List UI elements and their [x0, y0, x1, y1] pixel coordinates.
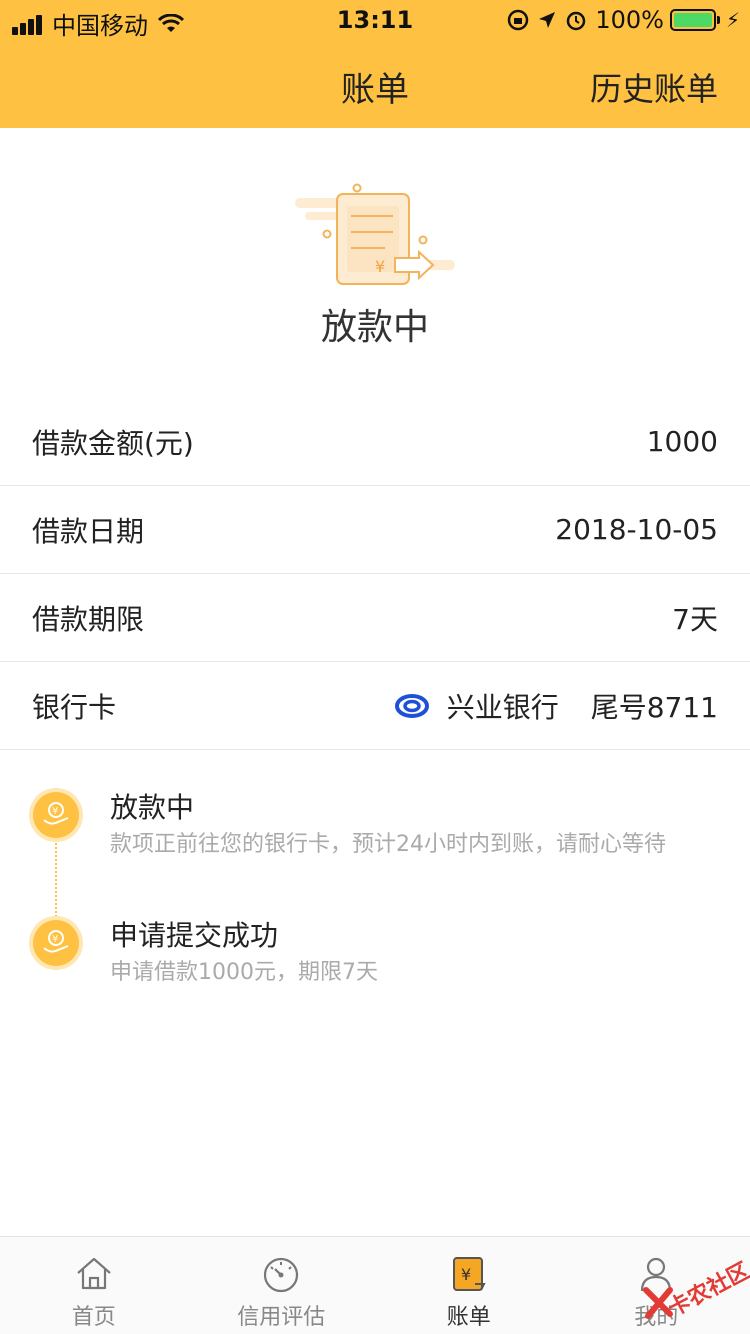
timeline-desc: 申请借款1000元，期限7天 — [110, 960, 378, 985]
detail-value: 1000 — [646, 425, 718, 458]
battery-icon — [669, 9, 720, 31]
watermark-text: 卡农社区 — [664, 1258, 750, 1322]
timeline-title: 放款中 — [110, 791, 195, 824]
timeline-title: 申请提交成功 — [110, 919, 279, 952]
charging-icon: ⚡ — [725, 8, 740, 32]
tab-label: 首页 — [71, 1305, 116, 1330]
gauge-icon — [264, 1257, 299, 1293]
bank-logo-icon — [394, 693, 429, 718]
battery-percent: 100% — [595, 6, 664, 34]
alarm-icon — [567, 11, 586, 31]
coin-hand-icon: ¥ — [33, 792, 79, 838]
tab-credit-evaluation[interactable]: 信用评估 — [188, 1237, 376, 1334]
tab-label: 信用评估 — [237, 1305, 326, 1330]
svg-text:¥: ¥ — [52, 934, 58, 945]
bank-name: 兴业银行 — [446, 690, 559, 724]
tab-home[interactable]: 首页 — [0, 1237, 188, 1334]
detail-row-bank-card: 银行卡 兴业银行 尾号8711 — [0, 662, 750, 750]
tab-bill[interactable]: ¥ 账单 — [375, 1237, 563, 1334]
home-icon — [77, 1257, 111, 1290]
detail-label: 借款金额(元) — [32, 426, 194, 460]
bill-icon: ¥ — [452, 1257, 486, 1291]
loan-status-title: 放款中 — [320, 307, 429, 348]
status-bar: 中国移动 13:11 100% ⚡ — [0, 0, 750, 40]
location-icon — [539, 12, 556, 28]
detail-row-amount: 借款金额(元) 1000 — [0, 398, 750, 486]
loan-details: 借款金额(元) 1000 借款日期 2018-10-05 借款期限 7天 银行卡… — [0, 398, 750, 750]
detail-row-date: 借款日期 2018-10-05 — [0, 486, 750, 574]
detail-row-term: 借款期限 7天 — [0, 574, 750, 662]
history-bill-button[interactable]: 历史账单 — [590, 64, 718, 110]
loan-document-icon: ¥ — [295, 183, 455, 285]
card-tail-number: 尾号8711 — [590, 690, 718, 724]
rotation-lock-icon — [508, 9, 529, 31]
detail-label: 借款期限 — [32, 602, 145, 636]
svg-text:¥: ¥ — [461, 1265, 471, 1284]
tab-label: 账单 — [446, 1305, 491, 1330]
detail-label: 借款日期 — [32, 514, 145, 548]
detail-value: 7天 — [672, 602, 718, 636]
timeline-desc: 款项正前往您的银行卡，预计24小时内到账，请耐心等待 — [110, 832, 666, 857]
detail-label: 银行卡 — [32, 690, 117, 724]
coin-hand-icon: ¥ — [33, 920, 79, 966]
svg-text:¥: ¥ — [52, 806, 58, 817]
svg-text:¥: ¥ — [375, 257, 385, 276]
header: 中国移动 13:11 100% ⚡ 账单 历史账单 — [0, 0, 750, 128]
detail-value: 2018-10-05 — [555, 513, 718, 546]
watermark: 卡农社区 — [634, 1242, 750, 1332]
